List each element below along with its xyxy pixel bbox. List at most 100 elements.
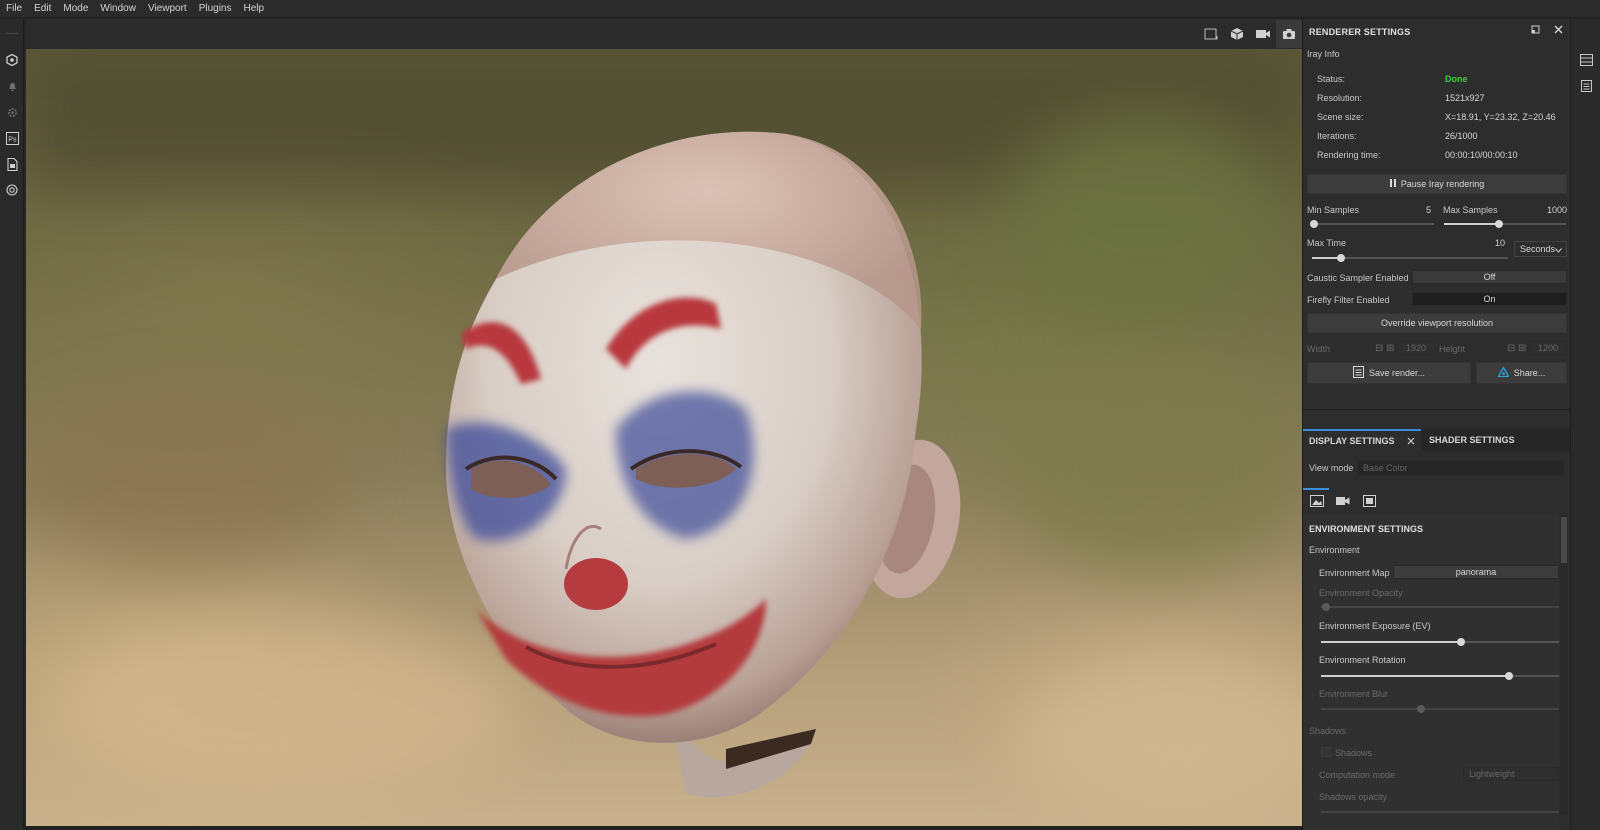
iterations-value: 26/1000 [1445,131,1478,141]
max-samples-handle[interactable] [1494,220,1503,228]
panel-title: RENDERER SETTINGS [1309,27,1411,37]
shadows-checkbox[interactable] [1321,747,1331,757]
environment-group-label: Environment [1309,545,1360,555]
environment-map-label: Environment Map [1319,568,1390,578]
height-increment-icon[interactable]: ⊞ [1518,343,1526,354]
viewport-toolbar [26,19,1302,49]
list-icon[interactable] [1579,79,1593,93]
photoshop-icon[interactable]: Ps [5,131,19,145]
min-samples-value[interactable]: 5 [1393,205,1431,215]
settings-circle-icon[interactable] [5,183,19,197]
caustic-sampler-label: Caustic Sampler Enabled [1307,273,1409,283]
height-input[interactable]: 1200 [1529,341,1567,355]
environment-map-field[interactable]: panorama [1393,565,1559,579]
screenshot-camera-icon[interactable] [1276,20,1302,48]
width-decrement-icon[interactable]: ⊟ [1375,343,1383,354]
width-input[interactable]: 1920 [1397,341,1435,355]
max-time-value[interactable]: 10 [1463,238,1505,248]
save-render-button[interactable]: Save render... [1307,362,1471,384]
environment-exposure-fill [1321,641,1462,643]
3d-viewport[interactable] [26,49,1302,826]
display-icon-row [1303,488,1571,514]
shadows-checkbox-label: Shadows [1335,748,1373,758]
menu-mode[interactable]: Mode [58,3,95,14]
environment-opacity-handle[interactable] [1321,603,1330,611]
view-mode-label: View mode [1309,463,1354,473]
menu-edit[interactable]: Edit [29,3,58,14]
environment-rotation-slider[interactable] [1321,672,1559,680]
document-icon[interactable] [5,157,19,171]
right-dock-bar [1570,19,1600,830]
tab-display-settings[interactable]: DISPLAY SETTINGS [1303,429,1421,451]
firefly-filter-label: Firefly Filter Enabled [1307,295,1390,305]
min-samples-handle[interactable] [1310,220,1319,228]
firefly-filter-toggle[interactable]: On [1412,292,1567,306]
scene-size-label: Scene size: [1317,112,1364,122]
time-unit-select[interactable]: Seconds [1514,241,1567,257]
environment-exposure-slider[interactable] [1321,638,1559,646]
float-panel-icon[interactable] [1531,25,1540,37]
menu-bar: File Edit Mode Window Viewport Plugins H… [0,0,1600,18]
caustic-sampler-toggle[interactable]: Off [1412,270,1567,284]
environment-rotation-fill [1321,675,1510,677]
share-label: Share... [1513,368,1546,378]
width-increment-icon[interactable]: ⊞ [1386,343,1394,354]
max-time-slider[interactable] [1312,254,1508,262]
environment-opacity-slider[interactable] [1321,603,1559,611]
max-time-handle[interactable] [1337,254,1346,262]
menu-help[interactable]: Help [239,3,272,14]
toolbar-grip[interactable] [6,33,18,34]
camera-video-icon[interactable] [1250,20,1276,48]
display-tab-bar: DISPLAY SETTINGS SHADER SETTINGS [1303,429,1571,451]
iterations-label: Iterations: [1317,131,1357,141]
tab-shader-settings[interactable]: SHADER SETTINGS [1423,429,1523,451]
environment-blur-slider[interactable] [1321,705,1559,713]
layers-icon[interactable] [1579,53,1593,67]
active-indicator [1303,488,1329,490]
cog-icon[interactable] [5,105,19,119]
menu-plugins[interactable]: Plugins [194,3,239,14]
computation-mode-label: Computation mode [1319,770,1396,780]
scene-size-value: X=18.91, Y=23.32, Z=20.46 [1445,112,1556,122]
environment-blur-handle[interactable] [1416,705,1425,713]
panel-scrollbar[interactable] [1560,515,1568,815]
time-unit-value: Seconds [1520,244,1556,254]
width-label: Width [1307,344,1331,354]
menu-window[interactable]: Window [95,3,143,14]
tab-display-label: DISPLAY SETTINGS [1309,436,1395,446]
share-button[interactable]: Share... [1476,362,1567,384]
cube-icon[interactable] [1224,20,1250,48]
status-label: Status: [1317,74,1346,84]
max-time-label: Max Time [1307,238,1347,248]
bell-icon[interactable] [5,79,19,93]
tab-shader-label: SHADER SETTINGS [1429,435,1515,445]
status-value: Done [1445,74,1468,84]
image-icon[interactable] [1309,493,1325,509]
view-mode-input[interactable]: Base Color [1357,460,1565,476]
resolution-label: Resolution: [1317,93,1363,103]
override-resolution-button[interactable]: Override viewport resolution [1307,313,1567,333]
frame-fit-icon[interactable] [1361,493,1377,509]
max-samples-label: Max Samples [1443,205,1498,215]
environment-exposure-handle[interactable] [1457,638,1466,646]
height-decrement-icon[interactable]: ⊟ [1507,343,1515,354]
camera-video-icon[interactable] [1335,493,1351,509]
height-value: 1200 [1537,343,1559,353]
pause-iray-label: Pause Iray rendering [1400,179,1485,189]
close-tab-icon[interactable] [1407,437,1415,447]
computation-mode-select[interactable]: Lightweight [1463,767,1559,781]
environment-rotation-handle[interactable] [1505,672,1514,680]
menu-file[interactable]: File [0,3,29,14]
close-icon[interactable] [1554,25,1563,37]
svg-text:Ps: Ps [8,136,17,143]
max-samples-slider[interactable] [1444,220,1566,228]
min-samples-slider[interactable] [1310,220,1434,228]
max-samples-value[interactable]: 1000 [1523,205,1567,215]
firefly-filter-value: On [1483,294,1496,304]
shadows-opacity-slider[interactable] [1321,811,1559,813]
pause-iray-button[interactable]: Pause Iray rendering [1307,174,1567,194]
hexagon-gear-icon[interactable] [5,53,19,67]
menu-viewport[interactable]: Viewport [143,3,194,14]
frame-icon[interactable] [1198,20,1224,48]
scrollbar-thumb[interactable] [1561,517,1567,563]
